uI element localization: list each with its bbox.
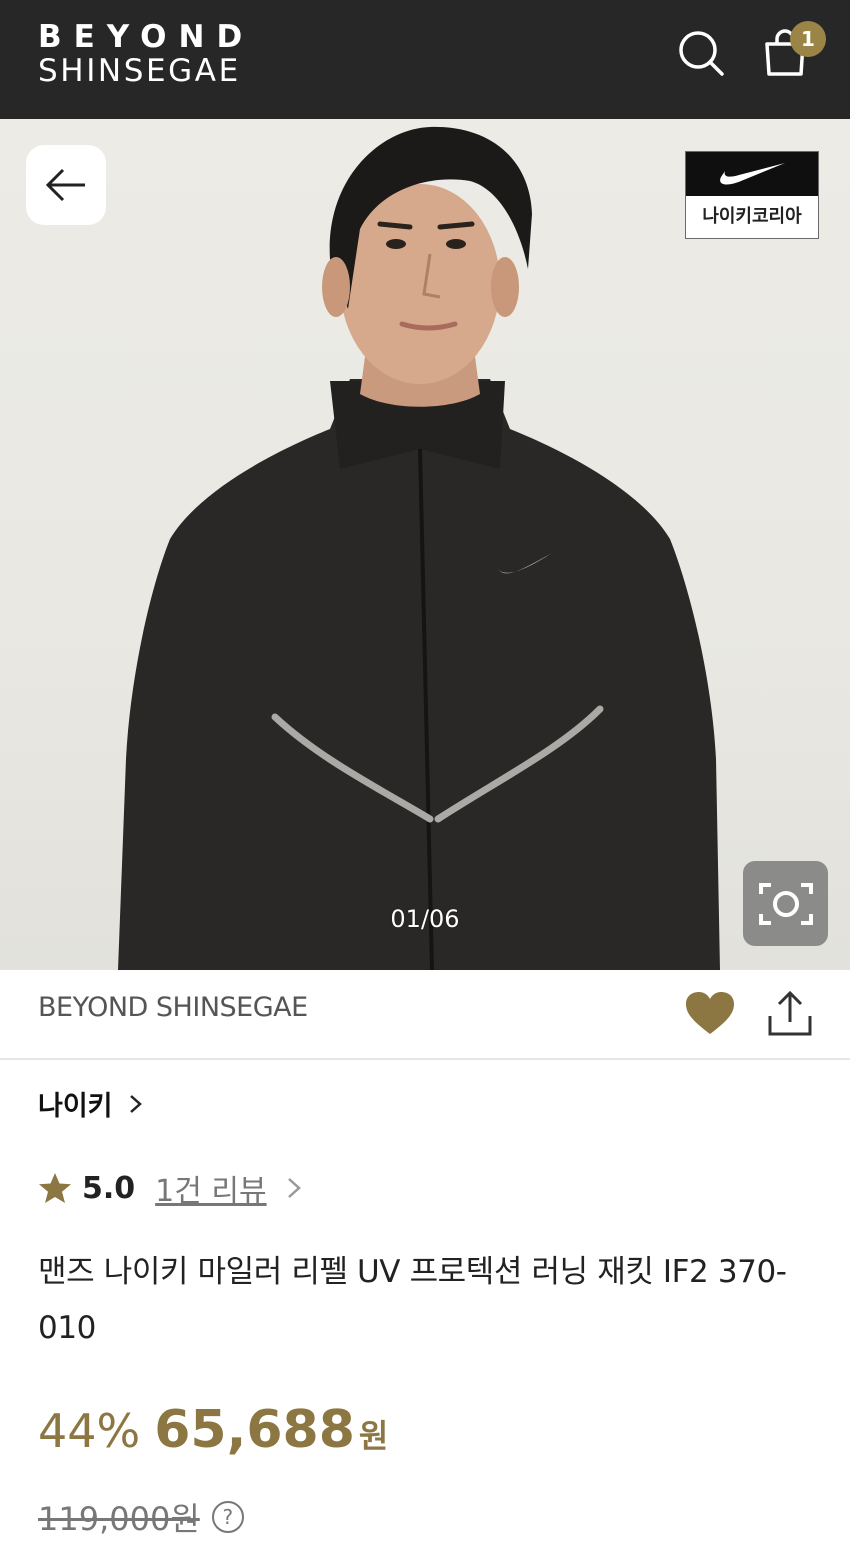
search-button[interactable] xyxy=(674,26,728,80)
chevron-right-icon[interactable] xyxy=(283,1175,305,1201)
store-row: BEYOND SHINSEGAE xyxy=(0,970,850,1060)
cart-count-badge: 1 xyxy=(790,21,826,57)
share-button[interactable] xyxy=(766,990,814,1038)
beyond-shinsegae-logo[interactable]: BEYOND SHINSEGAE xyxy=(38,20,254,88)
app-header: BEYOND SHINSEGAE 1 xyxy=(0,0,850,119)
image-counter: 01/06 xyxy=(390,905,460,933)
share-icon xyxy=(768,990,812,1036)
review-count-link[interactable]: 1건 리뷰 xyxy=(155,1166,266,1210)
product-image-gallery[interactable]: 나이키코리아 01/06 xyxy=(0,119,850,970)
currency-unit: 원 xyxy=(358,1417,389,1455)
star-icon xyxy=(39,1173,71,1203)
question-circle-icon[interactable]: ? xyxy=(211,1501,244,1533)
original-price: 119,000원 xyxy=(38,1500,200,1538)
sale-price: 65,688 xyxy=(154,1400,355,1460)
back-button[interactable] xyxy=(26,145,106,225)
product-title: 맨즈 나이키 마일러 리펠 UV 프로텍션 러닝 재킷 IF2 370-010 xyxy=(38,1254,787,1346)
chevron-right-icon xyxy=(129,1094,142,1113)
image-search-button[interactable] xyxy=(743,861,828,946)
arrow-left-icon xyxy=(45,168,85,202)
brand-badge: 나이키코리아 xyxy=(685,151,819,239)
original-price-row: 119,000원 ? xyxy=(38,1494,244,1540)
logo-line-1: BEYOND xyxy=(38,19,255,55)
camera-lens-icon xyxy=(758,882,813,925)
wishlist-button[interactable] xyxy=(684,990,736,1038)
store-name[interactable]: BEYOND SHINSEGAE xyxy=(38,992,308,1023)
heart-icon xyxy=(686,992,734,1034)
search-icon xyxy=(679,31,724,76)
rating-row: 5.0 1건 리뷰 xyxy=(38,1166,305,1210)
brand-name: 나이키 xyxy=(38,1091,113,1122)
brand-link[interactable]: 나이키 xyxy=(38,1084,147,1123)
product-photo xyxy=(118,126,720,970)
logo-line-2: SHINSEGAE xyxy=(38,53,241,89)
rating-score: 5.0 xyxy=(82,1170,136,1206)
nike-swoosh-icon xyxy=(720,163,785,185)
price-row: 44% 65,688 원 xyxy=(38,1400,388,1460)
discount-rate: 44% xyxy=(38,1404,141,1458)
brand-badge-label: 나이키코리아 xyxy=(702,206,802,227)
